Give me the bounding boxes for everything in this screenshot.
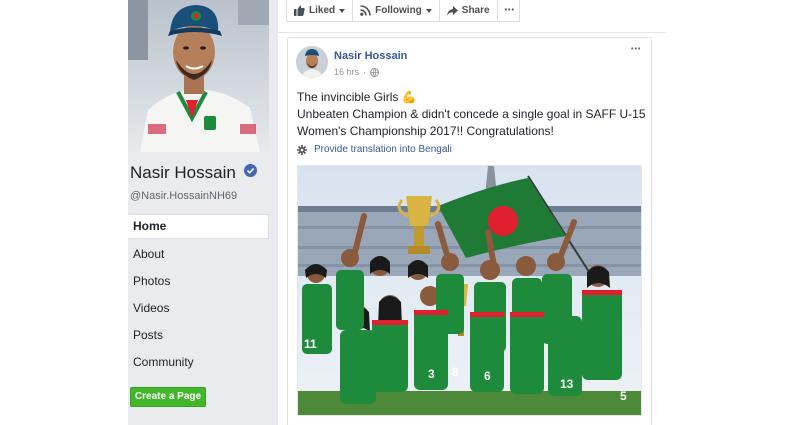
- liked-label: Liked: [309, 5, 336, 16]
- page-action-bar: Liked Following Share •••: [286, 0, 520, 22]
- translate-link[interactable]: Provide translation into Bengali: [297, 144, 452, 155]
- verified-badge-icon: [244, 164, 258, 177]
- chevron-down-icon: [339, 8, 346, 13]
- svg-text:8: 8: [452, 365, 459, 379]
- profile-photo-illustration: [128, 0, 269, 152]
- share-label: Share: [461, 5, 490, 16]
- post-options-button[interactable]: •••: [631, 46, 641, 53]
- following-button[interactable]: Following: [353, 0, 440, 21]
- translate-label: Provide translation into Bengali: [314, 144, 452, 155]
- thumbs-up-icon: [294, 5, 305, 16]
- chevron-down-icon: [425, 8, 432, 13]
- nav-item-home[interactable]: Home: [128, 214, 269, 239]
- page: Nasir Hossain @Nasir.HossainNH69 Home Ab…: [0, 0, 790, 425]
- avatar-illustration: [296, 46, 328, 78]
- liked-button[interactable]: Liked: [287, 0, 354, 21]
- post-author-avatar[interactable]: [296, 46, 328, 78]
- nav-item-community[interactable]: Community: [128, 349, 269, 376]
- share-button[interactable]: Share: [440, 0, 498, 21]
- nav-item-posts[interactable]: Posts: [128, 322, 269, 349]
- profile-photo[interactable]: [128, 0, 269, 152]
- share-arrow-icon: [446, 5, 458, 15]
- page-nav: Home About Photos Videos Posts Community: [128, 214, 269, 376]
- profile-name-row: Nasir Hossain: [130, 163, 275, 187]
- nav-item-about[interactable]: About: [128, 241, 269, 268]
- globe-icon[interactable]: [370, 67, 380, 77]
- nav-item-photos[interactable]: Photos: [128, 268, 269, 295]
- svg-text:3: 3: [428, 367, 435, 381]
- team-celebration-illustration: 11 3 8 6 13 5: [298, 166, 641, 415]
- nav-item-videos[interactable]: Videos: [128, 295, 269, 322]
- meta-separator: ·: [363, 67, 367, 77]
- post-author-name[interactable]: Nasir Hossain: [334, 50, 407, 62]
- create-page-button[interactable]: Create a Page: [130, 387, 206, 407]
- divider: [278, 32, 666, 33]
- more-dots-icon: •••: [504, 7, 515, 14]
- post-text-line: Unbeaten Champion & didn't concede a sin…: [297, 107, 646, 121]
- profile-name[interactable]: Nasir Hossain: [130, 163, 236, 182]
- svg-text:5: 5: [620, 389, 627, 403]
- more-options-button[interactable]: •••: [498, 0, 522, 21]
- profile-handle[interactable]: @Nasir.HossainNH69: [130, 190, 237, 202]
- post-text: The invincible Girls 💪 Unbeaten Champion…: [297, 89, 647, 140]
- post-text-line: Women's Championship 2017!! Congratulati…: [297, 124, 554, 138]
- post-text-line: The invincible Girls 💪: [297, 90, 417, 104]
- post-timestamp[interactable]: 16 hrs: [334, 67, 359, 77]
- post-meta: 16 hrs ·: [334, 67, 380, 77]
- post-photo[interactable]: 11 3 8 6 13 5: [297, 165, 642, 416]
- following-label: Following: [375, 5, 422, 16]
- svg-text:6: 6: [484, 369, 491, 383]
- rss-feed-icon: [360, 5, 371, 16]
- svg-text:11: 11: [304, 337, 317, 351]
- gear-icon: [297, 144, 307, 155]
- svg-text:13: 13: [560, 377, 574, 391]
